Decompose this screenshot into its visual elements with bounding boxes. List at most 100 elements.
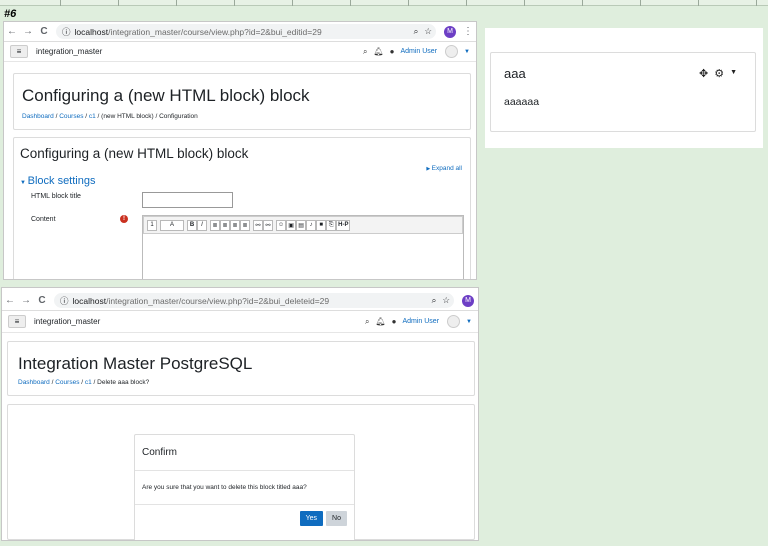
profile-avatar[interactable]: M [462, 294, 474, 307]
grid-divider [176, 0, 177, 6]
breadcrumb-item[interactable]: Courses [55, 379, 79, 386]
reload-icon[interactable]: C [36, 26, 52, 37]
moodle-navbar: ≡ integration_master ⌕ 🔔︎ ● Admin User ▼ [4, 42, 476, 62]
expand-all-label: Expand all [431, 165, 462, 172]
bookmark-star-icon[interactable]: ☆ [424, 26, 432, 37]
content-label: Content [31, 216, 56, 223]
block-title: aaa [504, 66, 526, 81]
editor-content-area[interactable] [143, 234, 463, 279]
browser-menu-icon[interactable]: ⋮ [460, 26, 476, 37]
chat-icon[interactable]: ● [390, 47, 395, 56]
user-menu-caret-icon[interactable]: ▼ [466, 319, 472, 325]
confirm-dialog: Confirm Are you sure that you want to de… [134, 434, 355, 540]
info-icon: ⓘ [60, 295, 69, 306]
grid-divider [640, 0, 641, 6]
forward-icon[interactable]: → [20, 26, 36, 37]
image-icon[interactable]: ▣ [286, 219, 297, 231]
url-host: localhost [72, 295, 107, 306]
user-avatar[interactable] [445, 45, 459, 58]
breadcrumb-item: Configuration [159, 113, 198, 120]
bell-icon[interactable]: 🔔︎ [375, 317, 385, 326]
indent-icon[interactable]: ≣ [230, 219, 240, 231]
move-icon[interactable]: ✥ [699, 67, 708, 80]
breadcrumb-item[interactable]: Dashboard [22, 113, 54, 120]
search-icon[interactable]: ⌕ [365, 317, 369, 327]
breadcrumb-item[interactable]: c1 [89, 113, 96, 120]
block-settings-toggle[interactable]: ▼ Block settings [20, 175, 95, 187]
zoom-icon[interactable]: ⌕ [432, 295, 437, 306]
breadcrumb-item[interactable]: (new HTML block) [101, 113, 154, 120]
emoji-icon[interactable]: ☺ [276, 219, 287, 231]
bottom-browser-window: ← → C ⓘ localhost/integration_master/cou… [1, 287, 479, 541]
unlink-icon[interactable]: ⚯ [263, 219, 273, 231]
page-header: Integration Master PostgreSQL Dashboard … [7, 341, 475, 396]
search-icon[interactable]: ⌕ [363, 47, 367, 57]
title-label: HTML block title [31, 193, 81, 200]
outdent-icon[interactable]: ≣ [240, 219, 250, 231]
forward-icon[interactable]: → [18, 295, 34, 306]
bookmark-star-icon[interactable]: ☆ [442, 295, 450, 306]
browser-toolbar: ← → C ⓘ localhost/integration_master/cou… [4, 22, 476, 42]
breadcrumb-item: Delete aaa block? [97, 379, 150, 386]
nav-drawer-toggle[interactable]: ≡ [10, 45, 28, 58]
link-icon[interactable]: ⚯ [253, 219, 263, 231]
site-name[interactable]: integration_master [36, 47, 363, 56]
section-title: Block settings [27, 175, 96, 187]
user-menu-caret-icon[interactable]: ▼ [464, 49, 470, 55]
media-icon[interactable]: ▤ [296, 219, 307, 231]
unordered-list-icon[interactable]: ≣ [210, 219, 220, 231]
breadcrumb-item[interactable]: c1 [85, 379, 92, 386]
collapse-icon[interactable]: 1 [147, 219, 157, 231]
yes-button[interactable]: Yes [299, 511, 324, 526]
chat-icon[interactable]: ● [392, 317, 397, 326]
breadcrumb-item[interactable]: Courses [59, 113, 83, 120]
zoom-icon[interactable]: ⌕ [414, 26, 419, 37]
page-title: Configuring a (new HTML block) block [22, 86, 310, 105]
record-audio-icon[interactable]: ♪ [306, 219, 317, 231]
html-block: aaa ✥ ⚙ ▼ aaaaaa [490, 52, 756, 132]
expand-all-link[interactable]: ▶ Expand all [426, 165, 462, 172]
profile-avatar[interactable]: M [444, 25, 456, 38]
url-path: /integration_master/course/view.php?id=2… [108, 26, 322, 37]
page-header: Configuring a (new HTML block) block Das… [13, 73, 471, 130]
h5p-icon[interactable]: H-P [336, 219, 351, 231]
breadcrumb: Dashboard / Courses / c1 / (new HTML blo… [22, 113, 198, 120]
address-bar[interactable]: ⓘ localhost/integration_master/course/vi… [56, 24, 436, 39]
site-name[interactable]: integration_master [34, 317, 365, 326]
record-video-icon[interactable]: ■ [316, 219, 327, 231]
back-icon[interactable]: ← [2, 295, 18, 306]
config-form-card: Configuring a (new HTML block) block ▶ E… [13, 137, 471, 279]
manage-files-icon[interactable]: ⎘ [326, 219, 337, 231]
bold-icon[interactable]: B [187, 219, 197, 231]
reload-icon[interactable]: C [34, 295, 50, 306]
back-icon[interactable]: ← [4, 26, 20, 37]
address-bar[interactable]: ⓘ localhost/integration_master/course/vi… [54, 293, 454, 308]
font-style-icon[interactable]: A [160, 219, 184, 231]
no-button[interactable]: No [326, 511, 347, 526]
required-icon: ! [120, 215, 128, 223]
grid-divider [234, 0, 235, 6]
ordered-list-icon[interactable]: ≣ [220, 219, 230, 231]
page-title: Integration Master PostgreSQL [18, 354, 253, 373]
browser-toolbar: ← → C ⓘ localhost/integration_master/cou… [2, 291, 478, 311]
dialog-title: Confirm [135, 435, 354, 471]
user-name[interactable]: Admin User [400, 48, 437, 55]
block-controls: ✥ ⚙ ▼ [699, 67, 737, 80]
grid-divider [524, 0, 525, 6]
user-name[interactable]: Admin User [402, 318, 439, 325]
italic-icon[interactable]: I [197, 219, 207, 231]
grid-divider [118, 0, 119, 6]
block-title-input[interactable] [142, 192, 233, 208]
url-host: localhost [74, 26, 109, 37]
chevron-down-icon[interactable]: ▼ [730, 69, 737, 80]
block-body: aaaaaa [504, 96, 540, 108]
dialog-footer: Yes No [135, 505, 354, 526]
user-avatar[interactable] [447, 315, 461, 328]
bell-icon[interactable]: 🔔︎ [373, 47, 383, 56]
spreadsheet-strip [0, 0, 768, 6]
nav-drawer-toggle[interactable]: ≡ [8, 315, 26, 328]
breadcrumb-item[interactable]: Dashboard [18, 379, 50, 386]
moodle-navbar: ≡ integration_master ⌕ 🔔︎ ● Admin User ▼ [2, 311, 478, 333]
gear-icon[interactable]: ⚙ [714, 67, 724, 80]
url-path: /integration_master/course/view.php?id=2… [106, 295, 330, 306]
